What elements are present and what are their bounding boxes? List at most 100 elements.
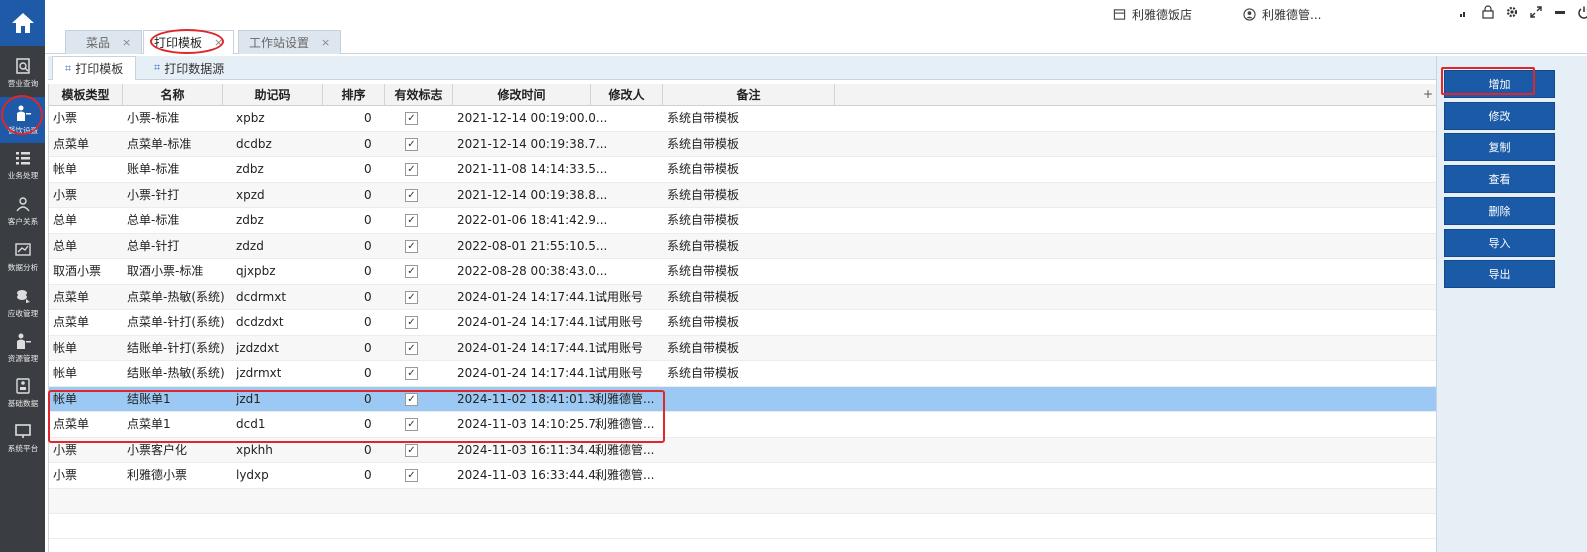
nav-item-4[interactable]: 客户关系 [0,188,45,234]
valid-checkbox[interactable]: ✓ [405,239,418,253]
table-row[interactable]: 帐单 结账单1 jzd1 0 2024-11-02 18:41:01.3... 利雅德管.… [49,386,1437,412]
valid-checkbox[interactable]: ✓ [405,112,418,125]
table-row[interactable]: 总单 总单-针打 zdzd 0 2022-08-01 21:55:10.5... 系统自带… [49,233,1437,259]
valid-checkbox[interactable]: ✓ [405,418,418,431]
tab-label: 打印模板 [154,36,203,50]
tab-print-templates[interactable]: 打印模板 × [143,30,235,54]
cell-time: 2024-01-24 14:17:44.1... [457,289,608,304]
table-row[interactable]: 帐单 结账单-针打(系统) jzdzdxt 0 2024-01-24 14:17:44.… [49,335,1437,361]
col-header-sort[interactable]: 排序 [323,84,385,106]
cell-time: 2024-11-03 16:11:34.4... [457,442,608,457]
valid-checkbox[interactable]: ✓ [405,137,418,151]
gear-icon[interactable] [1505,5,1519,19]
minimize-icon[interactable] [1553,5,1567,19]
valid-checkbox[interactable]: ✓ [405,290,418,304]
cell-code: xpkhh [236,442,273,457]
table-row[interactable]: 点菜单 点菜单1 dcd1 0 2024-11-03 14:10:25.7... 利雅德管… [49,412,1437,438]
table-row[interactable]: 总单 总单-标准 zdbz 0 2022-01-06 18:41:42.9... 系统自带… [49,208,1437,234]
search-doc-icon [15,58,30,74]
table-row[interactable]: 取酒小票 取酒小票-标准 qjxpbz 0 2022-08-28 00:38:43.0.… [49,259,1437,285]
nav-item-7[interactable]: 资源管理 [0,325,45,371]
cell-type: 总单 [53,238,78,253]
add-button[interactable]: 增加 [1444,70,1555,98]
valid-checkbox[interactable]: ✓ [405,469,418,482]
table-row[interactable]: 小票 小票-针打 xpzd 0 2021-12-14 00:19:38.8... 系统自带… [49,182,1437,208]
action-panel: 增加修改复制查看 删除导入导出 [1436,56,1587,552]
subtab-print-datasource[interactable]: ⌗ 打印数据源 [142,56,236,80]
nav-item-6[interactable]: 应收管理 [0,280,45,326]
cell-name: 点菜单-标准 [127,136,192,151]
cell-name: 结账单-针打(系统) [127,340,225,355]
cell-time: 2022-01-06 18:41:42.9... [457,213,608,227]
valid-checkbox[interactable]: ✓ [405,392,418,406]
valid-checkbox[interactable]: ✓ [405,367,418,380]
nav-item-label: 基础数据 [7,399,38,408]
table-row[interactable]: 点菜单 点菜单-标准 dcdbz 0 2021-12-14 00:19:38.7... 系… [49,131,1437,157]
copy-button[interactable]: 复制 [1444,133,1555,162]
cell-remark: 系统自带模板 [667,340,740,355]
nav-item-5[interactable]: 数据分析 [0,234,45,280]
tab-label: 菜品 [86,36,111,50]
close-icon[interactable]: × [122,36,131,49]
table-row[interactable]: 点菜单 点菜单-针打(系统) dcdzdxt 0 2024-01-24 14:17:44… [49,310,1437,336]
cell-name: 总单-针打 [127,238,180,253]
add-column-button[interactable]: + [1423,87,1433,101]
table-row[interactable]: 帐单 账单-标准 zdbz 0 2021-11-08 14:14:33.5... 系统自带… [49,157,1437,183]
cell-time: 2021-12-14 00:19:38.8... [457,187,608,202]
cell-type: 帐单 [53,162,78,176]
tab-dishes[interactable]: 菜品 × [65,30,143,54]
waiter-icon [16,105,31,121]
lock-icon[interactable] [1481,5,1495,19]
valid-checkbox[interactable]: ✓ [405,188,418,202]
delete-button[interactable]: 删除 [1444,196,1555,225]
table-row[interactable]: 小票 小票客户化 xpkhh 0 2024-11-03 16:11:34.4... 利雅德… [49,437,1437,463]
valid-checkbox[interactable]: ✓ [405,265,418,278]
table-row[interactable]: 小票 小票-标准 xpbz 0 2021-12-14 00:19:00.0... 系统自带… [49,106,1437,132]
signal-icon[interactable] [1457,5,1471,19]
col-header-type[interactable]: 模板类型 [49,84,123,106]
cell-modifier: 利雅德管... [595,417,655,431]
close-icon[interactable]: × [321,36,330,49]
import-button[interactable]: 导入 [1444,228,1555,257]
app-window: 营业查询 餐饮设置 业务处理 客户关系 数据分析 应收管理 资源管理基础数据系统平台 利雅德… [0,0,1587,552]
col-header-valid[interactable]: 有效标志 [385,84,453,106]
valid-checkbox[interactable]: ✓ [405,316,418,329]
close-icon[interactable]: × [214,36,223,49]
table-row[interactable]: 点菜单 点菜单-热敏(系统) dcdrmxt 0 2024-01-24 14:17:44… [49,284,1437,310]
nav-item-9[interactable]: 系统平台 [0,415,45,461]
fullscreen-icon[interactable] [1529,5,1543,19]
table-row[interactable]: 小票 利雅德小票 lydxp 0 2024-11-03 16:33:44.4... 利雅德… [49,463,1437,489]
user-info[interactable]: 利雅德管... [1243,6,1321,23]
col-header-code[interactable]: 助记码 [223,84,323,106]
home-button[interactable] [0,0,45,46]
col-header-name[interactable]: 名称 [123,84,223,106]
cell-type: 总单 [53,213,78,227]
cell-name: 结账单-热敏(系统) [127,366,225,380]
table-row[interactable]: 帐单 结账单-热敏(系统) jzdrmxt 0 2024-01-24 14:17:44.… [49,361,1437,387]
cell-type: 帐单 [53,391,78,406]
col-header-modifier[interactable]: 修改人 [591,84,663,106]
nav-item-8[interactable]: 基础数据 [0,370,45,416]
sub-tab-bar: ⌗ 打印模板 ⌗ 打印数据源 [48,56,1436,80]
cell-sort: 0 [364,417,372,431]
power-icon[interactable] [1577,5,1587,19]
cell-type: 帐单 [53,340,78,355]
valid-checkbox[interactable]: ✓ [405,163,418,176]
store-icon [1113,9,1126,20]
view-button[interactable]: 查看 [1444,165,1555,194]
valid-checkbox[interactable]: ✓ [405,443,418,457]
printer-icon [15,378,30,394]
subtab-print-template[interactable]: ⌗ 打印模板 [52,56,137,80]
valid-checkbox[interactable]: ✓ [405,341,418,355]
nav-item-1[interactable]: 营业查询 [0,50,45,96]
valid-checkbox[interactable]: ✓ [405,214,418,227]
edit-button[interactable]: 修改 [1444,101,1555,130]
nav-item-label: 系统平台 [7,444,38,453]
shop-info[interactable]: 利雅德饭店 [1113,6,1192,23]
tab-workstation-settings[interactable]: 工作站设置 × [238,30,342,54]
nav-item-2[interactable]: 餐饮设置 [0,97,45,143]
col-header-remark[interactable]: 备注 [663,84,835,106]
export-button[interactable]: 导出 [1444,260,1555,289]
nav-item-3[interactable]: 业务处理 [0,142,45,188]
col-header-time[interactable]: 修改时间 [453,84,591,106]
